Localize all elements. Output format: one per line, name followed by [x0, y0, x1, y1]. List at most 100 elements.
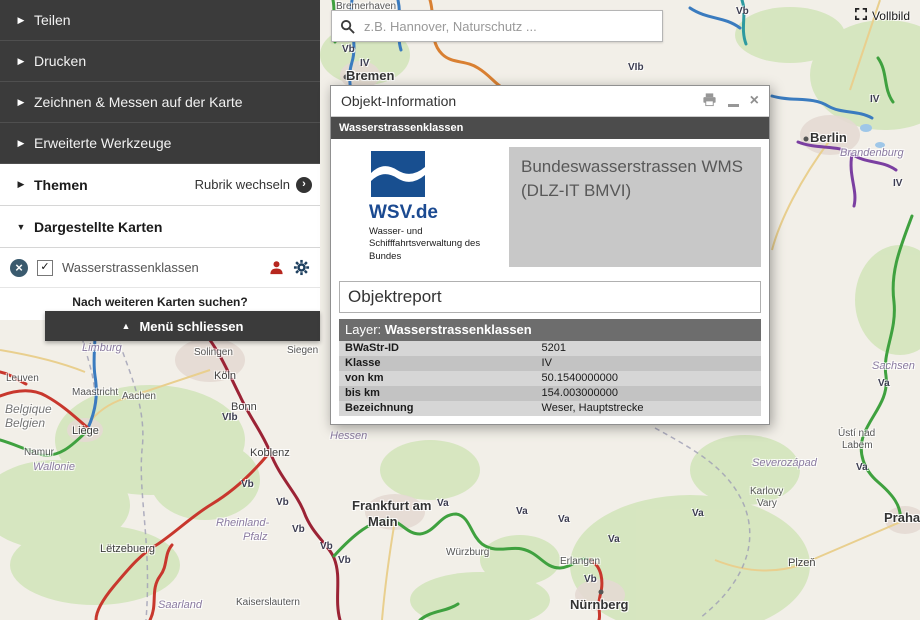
map-label: Würzburg	[446, 547, 489, 558]
layer-table-header: Layer: Wasserstrassenklassen	[339, 319, 761, 341]
sidebar-item-erweiterte-werkzeuge[interactable]: ▶ Erweiterte Werkzeuge	[0, 123, 320, 164]
rubrik-wechseln-link[interactable]: Rubrik wechseln ›	[195, 177, 320, 193]
waterway-class-badge: IV	[360, 58, 369, 69]
sidebar-item-label: Dargestellte Karten	[34, 219, 162, 235]
waterway-class-badge: Vb	[342, 44, 355, 55]
map-label: Wallonie	[33, 461, 75, 473]
wsv-logo-caption: Wasser- und Schifffahrtsverwaltung des B…	[369, 226, 497, 263]
sidebar-item-dargestellte-karten[interactable]: ▼ Dargestellte Karten	[0, 206, 320, 248]
map-label: Leuven	[6, 373, 39, 384]
search-icon[interactable]	[332, 19, 362, 34]
waterway-class-badge: Vb	[584, 574, 597, 585]
wsv-logo: WSV.de Wasser- und Schifffahrtsverwaltun…	[339, 147, 509, 267]
row-value: Weser, Hauptstrecke	[542, 401, 761, 416]
waterway-class-badge: Va	[878, 378, 890, 389]
waterway-class-badge: Va	[516, 506, 528, 517]
map-label: Praha	[884, 510, 920, 525]
layer-row-wasserstrassenklassen: × ✓ Wasserstrassenklassen	[0, 248, 320, 288]
chevron-right-icon: ▶	[8, 179, 34, 190]
rubrik-wechseln-label: Rubrik wechseln	[195, 177, 290, 192]
map-label: Karlovy	[750, 486, 783, 497]
search-bar	[331, 10, 663, 42]
close-menu-label: Menü schliessen	[139, 319, 243, 334]
row-value: IV	[542, 356, 761, 371]
chevron-right-icon: ▶	[8, 15, 34, 26]
objektreport-header: Objektreport	[339, 281, 761, 313]
row-value: 50.1540000000	[542, 371, 761, 386]
map-label: Severozápad	[752, 457, 817, 469]
map-label: Belgien	[5, 416, 45, 430]
minimize-icon[interactable]	[728, 104, 739, 107]
map-label: Pfalz	[243, 531, 267, 543]
dialog-title: Objekt-Information	[341, 93, 456, 109]
layer-settings-gear-icon[interactable]	[293, 259, 310, 276]
waterway-class-badge: Va	[437, 498, 449, 509]
close-menu-button[interactable]: ▲ Menü schliessen	[45, 311, 320, 341]
dialog-body: WSV.de Wasser- und Schifffahrtsverwaltun…	[331, 139, 769, 424]
sidebar-item-drucken[interactable]: ▶ Drucken	[0, 41, 320, 82]
map-label: Labem	[842, 440, 873, 451]
waterway-class-badge: Vb	[241, 479, 254, 490]
map-label: Aachen	[122, 391, 156, 402]
waterway-class-badge: VIb	[628, 62, 644, 73]
sidebar-item-label: Erweiterte Werkzeuge	[34, 135, 171, 151]
waterway-class-badge: Va	[692, 508, 704, 519]
map-label: Main	[368, 514, 398, 529]
row-label: Klasse	[339, 356, 542, 371]
sidebar-menu: ▶ Teilen ▶ Drucken ▶ Zeichnen & Messen a…	[0, 0, 320, 320]
waterway-class-badge: Vb	[320, 541, 333, 552]
fullscreen-icon	[855, 8, 867, 23]
close-icon[interactable]: ×	[750, 93, 759, 109]
waterway-class-badge: IV	[893, 178, 902, 189]
map-label: Kaiserslautern	[236, 597, 300, 608]
fullscreen-label: Vollbild	[872, 9, 910, 23]
map-label: Siegen	[287, 345, 318, 356]
wsv-logo-glyph	[369, 149, 427, 199]
fullscreen-control[interactable]: Vollbild	[855, 8, 910, 23]
wms-title-box: Bundeswasserstrassen WMS (DLZ-IT BMVI)	[509, 147, 761, 267]
remove-layer-icon[interactable]: ×	[10, 259, 28, 277]
map-label: Köln	[214, 370, 236, 382]
map-label: Plzeň	[788, 557, 816, 569]
map-label: Rheinland-	[216, 517, 269, 529]
waterway-class-badge: Vb	[736, 6, 749, 17]
waterway-class-badge: Va	[608, 534, 620, 545]
chevron-up-icon: ▲	[122, 321, 131, 331]
row-label: bis km	[339, 386, 542, 401]
dialog-titlebar[interactable]: Objekt-Information ×	[331, 86, 769, 117]
sidebar-item-themen[interactable]: ▶ Themen Rubrik wechseln ›	[0, 164, 320, 206]
chevron-right-icon: ▶	[8, 56, 34, 67]
map-label: Berlin	[810, 130, 847, 145]
object-information-dialog: Objekt-Information × Wasserstrassenklass…	[330, 85, 770, 425]
sidebar-item-label: Themen	[34, 177, 88, 193]
layer-header-name: Wasserstrassenklassen	[385, 322, 532, 337]
user-layer-icon[interactable]	[269, 260, 284, 275]
map-label: Vary	[757, 498, 777, 509]
map-label: Saarland	[158, 599, 202, 611]
row-label: von km	[339, 371, 542, 386]
map-label: Koblenz	[250, 447, 290, 459]
attribute-table: Layer: Wasserstrassenklassen BWaStr-ID 5…	[339, 319, 761, 416]
sidebar-item-zeichnen-messen[interactable]: ▶ Zeichnen & Messen auf der Karte	[0, 82, 320, 123]
map-label: Sachsen	[872, 360, 915, 372]
map-label: Ústí nad	[838, 428, 875, 439]
print-icon[interactable]	[702, 92, 717, 110]
chevron-right-icon: ▶	[8, 97, 34, 108]
table-row: Bezeichnung Weser, Hauptstrecke	[339, 401, 761, 416]
map-label: Belgique	[5, 402, 52, 416]
chevron-right-icon: ▶	[8, 138, 34, 149]
search-input[interactable]	[362, 18, 662, 35]
sidebar-item-label: Teilen	[34, 12, 71, 28]
waterway-class-badge: Va	[856, 462, 868, 473]
layer-visibility-checkbox[interactable]: ✓	[37, 260, 53, 276]
waterway-class-badge: Vb	[338, 555, 351, 566]
row-value: 154.003000000	[542, 386, 761, 401]
waterway-class-badge: Va	[558, 514, 570, 525]
sidebar-item-teilen[interactable]: ▶ Teilen	[0, 0, 320, 41]
row-label: Bezeichnung	[339, 401, 542, 416]
layer-header-prefix: Layer:	[345, 322, 381, 337]
wsv-logo-text: WSV.de	[369, 202, 438, 224]
dialog-layer-subtitle: Wasserstrassenklassen	[331, 117, 769, 139]
table-row: von km 50.1540000000	[339, 371, 761, 386]
row-label: BWaStr-ID	[339, 341, 542, 356]
